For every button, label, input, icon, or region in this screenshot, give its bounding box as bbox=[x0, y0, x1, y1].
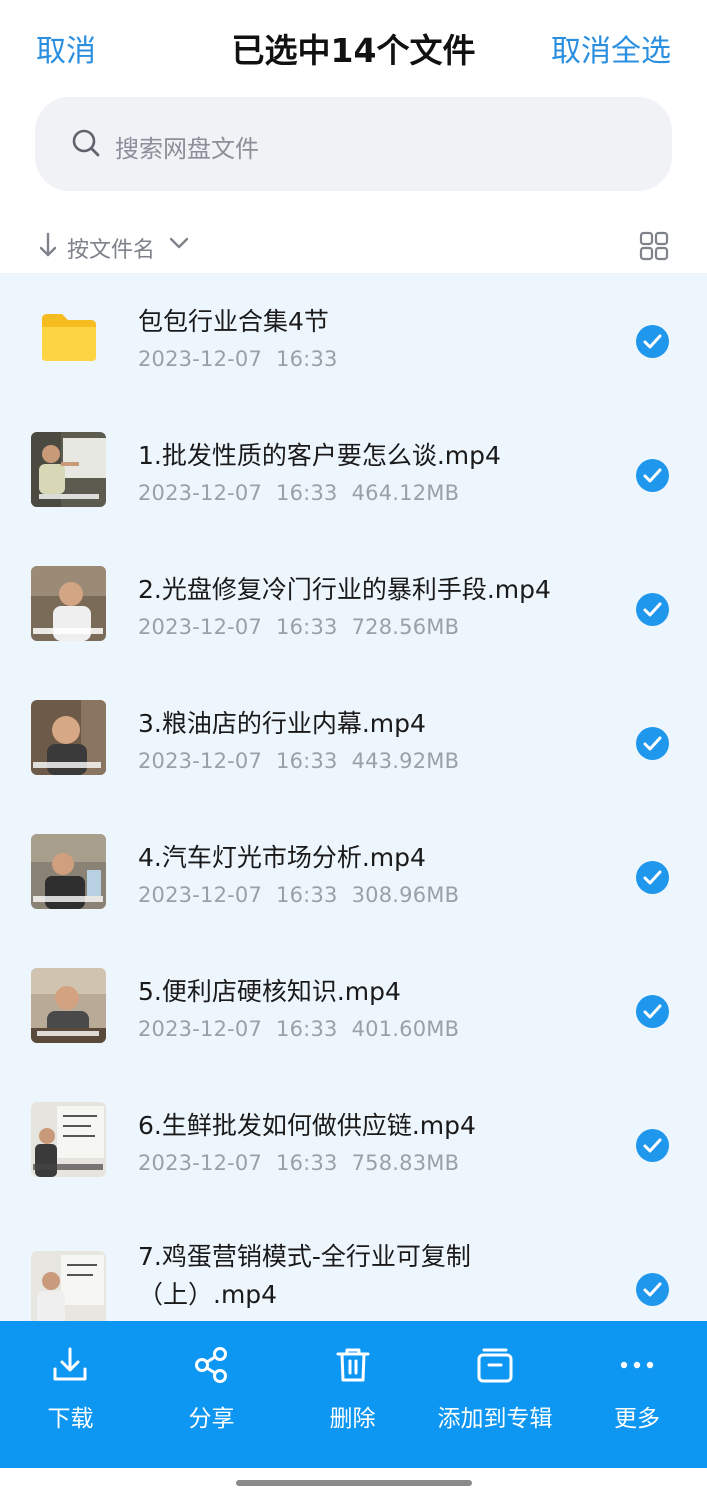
album-icon bbox=[477, 1348, 513, 1383]
top-bar: 取消 已选中14个文件 取消全选 bbox=[0, 0, 707, 92]
file-size: 758.83MB bbox=[351, 1151, 460, 1175]
chevron-down-icon[interactable] bbox=[168, 235, 190, 251]
file-list[interactable]: 包包行业合集4节 2023-12-07 16:33 1.批发性质的客户要怎么谈.m… bbox=[0, 273, 707, 1321]
more-label: 更多 bbox=[614, 1406, 660, 1432]
video-thumbnail bbox=[31, 968, 106, 1043]
file-time: 16:33 bbox=[276, 1017, 338, 1041]
selected-check-icon[interactable] bbox=[636, 727, 669, 760]
list-item[interactable]: 1.批发性质的客户要怎么谈.mp4 2023-12-07 16:33 464.12M… bbox=[0, 407, 707, 541]
file-name: 7.鸡蛋营销模式-全行业可复制 bbox=[138, 1242, 471, 1271]
file-name: 2.光盘修复冷门行业的暴利手段.mp4 bbox=[138, 575, 551, 604]
file-time: 16:33 bbox=[276, 347, 338, 371]
file-meta: 2023-12-07 16:33 bbox=[138, 347, 352, 371]
file-name: 5.便利店硬核知识.mp4 bbox=[138, 977, 401, 1006]
delete-label: 删除 bbox=[329, 1406, 376, 1432]
file-date: 2023-12-07 bbox=[138, 883, 263, 907]
selected-check-icon[interactable] bbox=[636, 861, 669, 894]
more-button[interactable]: 更多 bbox=[567, 1321, 707, 1468]
file-time: 16:33 bbox=[276, 749, 338, 773]
video-thumbnail bbox=[31, 1251, 106, 1321]
selected-check-icon[interactable] bbox=[636, 459, 669, 492]
more-icon bbox=[620, 1361, 654, 1369]
file-size: 308.96MB bbox=[351, 883, 460, 907]
video-thumbnail bbox=[31, 700, 106, 775]
sort-by-name-label[interactable]: 按文件名 bbox=[67, 232, 155, 264]
file-name: 3.粮油店的行业内幕.mp4 bbox=[138, 709, 426, 738]
file-name: 1.批发性质的客户要怎么谈.mp4 bbox=[138, 441, 501, 470]
selected-check-icon[interactable] bbox=[636, 325, 669, 358]
file-time: 16:33 bbox=[276, 481, 338, 505]
download-button[interactable]: 下载 bbox=[0, 1321, 141, 1468]
list-item[interactable]: 包包行业合集4节 2023-12-07 16:33 bbox=[0, 273, 707, 407]
home-indicator[interactable] bbox=[236, 1480, 472, 1486]
file-size: 401.60MB bbox=[351, 1017, 460, 1041]
sort-down-arrow-icon[interactable] bbox=[38, 232, 58, 258]
share-icon bbox=[195, 1347, 227, 1383]
video-thumbnail bbox=[31, 566, 106, 641]
list-item[interactable]: 6.生鲜批发如何做供应链.mp4 2023-12-07 16:33 758.83MB bbox=[0, 1077, 707, 1211]
file-name-line2: （上）.mp4 bbox=[138, 1280, 278, 1309]
list-item[interactable]: 2.光盘修复冷门行业的暴利手段.mp4 2023-12-07 16:33 728.5… bbox=[0, 541, 707, 675]
selected-check-icon[interactable] bbox=[636, 593, 669, 626]
file-size: 728.56MB bbox=[351, 615, 460, 639]
file-meta: 2023-12-07 16:33 443.92MB bbox=[138, 749, 473, 773]
folder-icon bbox=[42, 314, 96, 361]
file-size: 464.12MB bbox=[351, 481, 460, 505]
search-placeholder: 搜索网盘文件 bbox=[115, 135, 259, 163]
file-name: 4.汽车灯光市场分析.mp4 bbox=[138, 843, 426, 872]
sort-bar: 按文件名 bbox=[0, 220, 707, 272]
selected-check-icon[interactable] bbox=[636, 1129, 669, 1162]
file-size: 443.92MB bbox=[351, 749, 460, 773]
delete-button[interactable]: 删除 bbox=[282, 1321, 423, 1468]
file-time: 16:33 bbox=[276, 615, 338, 639]
download-label: 下载 bbox=[47, 1406, 94, 1432]
download-icon bbox=[53, 1347, 87, 1381]
add-to-album-label: 添加到专辑 bbox=[437, 1406, 553, 1432]
selected-check-icon[interactable] bbox=[636, 1273, 669, 1306]
file-meta: 2023-12-07 16:33 728.56MB bbox=[138, 615, 473, 639]
list-item[interactable]: 5.便利店硬核知识.mp4 2023-12-07 16:33 401.60MB bbox=[0, 943, 707, 1077]
search-icon bbox=[72, 129, 100, 157]
file-meta: 2023-12-07 16:33 464.12MB bbox=[138, 481, 473, 505]
file-meta: 2023-12-07 16:33 758.83MB bbox=[138, 1151, 473, 1175]
file-date: 2023-12-07 bbox=[138, 615, 263, 639]
list-item[interactable]: 4.汽车灯光市场分析.mp4 2023-12-07 16:33 308.96MB bbox=[0, 809, 707, 943]
video-thumbnail bbox=[31, 834, 106, 909]
file-date: 2023-12-07 bbox=[138, 1151, 263, 1175]
share-button[interactable]: 分享 bbox=[141, 1321, 282, 1468]
trash-icon bbox=[336, 1348, 370, 1382]
file-date: 2023-12-07 bbox=[138, 347, 263, 371]
bottom-toolbar: 下载 分享 删除 添加到专辑 更多 bbox=[0, 1321, 707, 1468]
file-date: 2023-12-07 bbox=[138, 481, 263, 505]
file-date: 2023-12-07 bbox=[138, 1017, 263, 1041]
file-name: 包包行业合集4节 bbox=[138, 307, 329, 336]
selected-check-icon[interactable] bbox=[636, 995, 669, 1028]
file-time: 16:33 bbox=[276, 883, 338, 907]
grid-view-icon[interactable] bbox=[639, 231, 669, 261]
share-label: 分享 bbox=[188, 1406, 235, 1432]
file-name: 6.生鲜批发如何做供应链.mp4 bbox=[138, 1111, 476, 1140]
list-item[interactable]: 3.粮油店的行业内幕.mp4 2023-12-07 16:33 443.92MB bbox=[0, 675, 707, 809]
cancel-all-button[interactable]: 取消全选 bbox=[551, 26, 671, 70]
search-input[interactable]: 搜索网盘文件 bbox=[35, 97, 672, 191]
add-to-album-button[interactable]: 添加到专辑 bbox=[423, 1321, 567, 1468]
file-time: 16:33 bbox=[276, 1151, 338, 1175]
video-thumbnail bbox=[31, 432, 106, 507]
file-date: 2023-12-07 bbox=[138, 749, 263, 773]
file-meta: 2023-12-07 16:33 308.96MB bbox=[138, 883, 473, 907]
video-thumbnail bbox=[31, 1102, 106, 1177]
list-item[interactable]: 7.鸡蛋营销模式-全行业可复制 （上）.mp4 bbox=[0, 1211, 707, 1321]
file-meta: 2023-12-07 16:33 401.60MB bbox=[138, 1017, 473, 1041]
